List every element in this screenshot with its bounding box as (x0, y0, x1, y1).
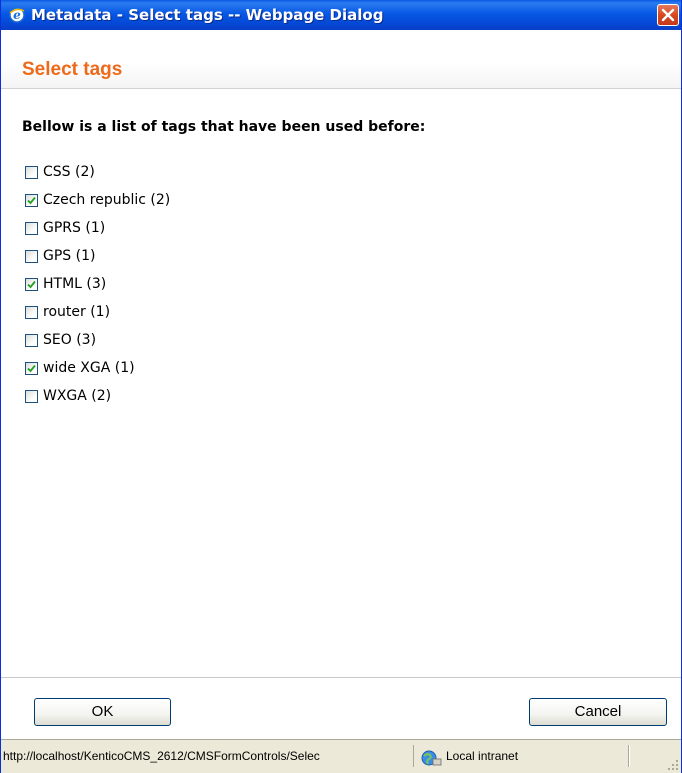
tag-label[interactable]: wide XGA (1) (43, 360, 135, 376)
tag-item[interactable]: GPS (1) (25, 242, 170, 270)
tag-checkbox[interactable] (25, 389, 38, 403)
tag-label[interactable]: SEO (3) (43, 332, 96, 348)
tag-label[interactable]: Czech republic (2) (43, 192, 170, 208)
ok-button[interactable]: OK (34, 698, 171, 726)
tag-checkbox[interactable] (25, 333, 38, 347)
window-title: Metadata - Select tags -- Webpage Dialog (31, 6, 384, 24)
tag-list: CSS (2) Czech republic (2) GPRS (1) GPS (1)… (25, 158, 170, 410)
tag-item[interactable]: HTML (3) (25, 270, 170, 298)
status-divider (628, 745, 629, 767)
tag-label[interactable]: WXGA (2) (43, 388, 111, 404)
dialog-footer: OK Cancel (1, 677, 681, 739)
status-bar: http://localhost/KenticoCMS_2612/CMSForm… (1, 738, 681, 773)
tag-label[interactable]: HTML (3) (43, 276, 106, 292)
tag-checkbox[interactable] (25, 361, 38, 375)
tag-label[interactable]: CSS (2) (43, 164, 95, 180)
tag-checkbox[interactable] (25, 165, 38, 179)
tag-item[interactable]: wide XGA (1) (25, 354, 170, 382)
tag-checkbox[interactable] (25, 277, 38, 291)
page-title: Select tags (22, 59, 123, 80)
close-icon (661, 8, 675, 22)
checkmark-icon (27, 280, 36, 288)
tag-item[interactable]: GPRS (1) (25, 214, 170, 242)
tag-label[interactable]: GPRS (1) (43, 220, 105, 236)
local-intranet-icon (421, 750, 442, 766)
tag-item[interactable]: SEO (3) (25, 326, 170, 354)
dialog-window: e Metadata - Select tags -- Webpage Dial… (0, 0, 682, 773)
page-header: Select tags (1, 30, 681, 89)
tag-checkbox[interactable] (25, 305, 38, 319)
checkmark-icon (27, 364, 36, 372)
tag-checkbox[interactable] (25, 193, 38, 207)
tag-checkbox[interactable] (25, 221, 38, 235)
content-area: Bellow is a list of tags that have been … (1, 89, 681, 677)
checkmark-icon (27, 196, 36, 204)
tag-item[interactable]: router (1) (25, 298, 170, 326)
intro-text: Bellow is a list of tags that have been … (22, 119, 426, 135)
close-button[interactable] (657, 4, 679, 26)
tag-item[interactable]: Czech republic (2) (25, 186, 170, 214)
status-url: http://localhost/KenticoCMS_2612/CMSForm… (3, 745, 414, 767)
tag-label[interactable]: router (1) (43, 304, 110, 320)
security-zone-label: Local intranet (446, 749, 519, 763)
tag-item[interactable]: WXGA (2) (25, 382, 170, 410)
ie-icon: e (9, 7, 25, 23)
tag-label[interactable]: GPS (1) (43, 248, 95, 264)
cancel-button[interactable]: Cancel (529, 698, 667, 726)
tag-item[interactable]: CSS (2) (25, 158, 170, 186)
tag-checkbox[interactable] (25, 249, 38, 263)
resize-grip-icon[interactable] (667, 759, 679, 771)
title-bar[interactable]: e Metadata - Select tags -- Webpage Dial… (1, 0, 681, 30)
